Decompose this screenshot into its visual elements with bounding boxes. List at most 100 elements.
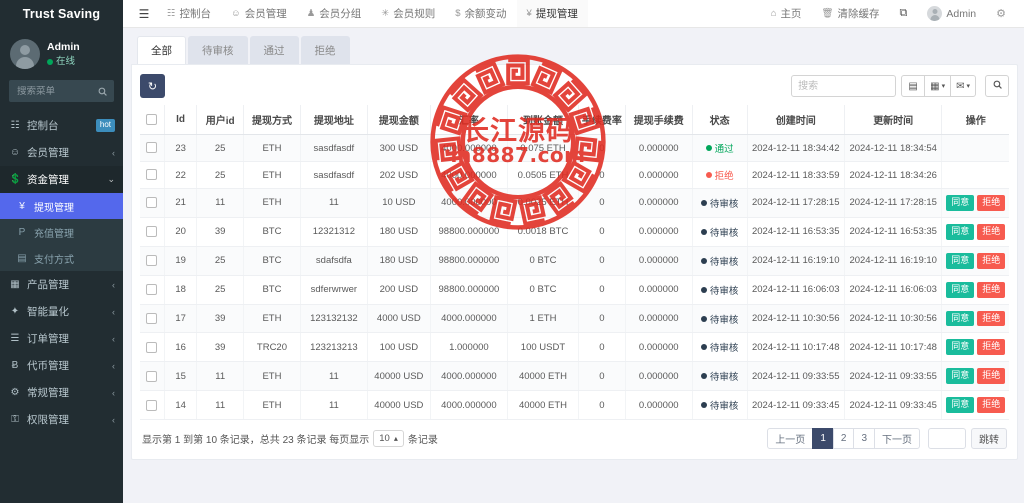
reject-button[interactable]: 拒绝 bbox=[977, 310, 1006, 327]
sidebar-search-box[interactable] bbox=[9, 80, 114, 102]
cell-actions[interactable]: 同意 拒绝 bbox=[941, 361, 1009, 392]
row-checkbox-cell[interactable] bbox=[140, 188, 165, 218]
sidebar-item-tokens[interactable]: Ƀ 代币管理 ‹ bbox=[0, 352, 123, 379]
nav-user-menu[interactable]: Admin bbox=[917, 0, 986, 27]
checkbox-icon[interactable] bbox=[146, 284, 158, 296]
table-row[interactable]: 18 25 BTC sdferwrwer 200 USD 98800.000000 0 BT… bbox=[140, 275, 1009, 305]
search-icon[interactable] bbox=[98, 85, 107, 99]
cell-actions[interactable]: 同意 拒绝 bbox=[941, 275, 1009, 305]
nav-clear-cache-button[interactable]: 🗑 清除缓存 bbox=[811, 0, 889, 27]
page-button-1[interactable]: 1 bbox=[812, 428, 834, 450]
cell-actions[interactable]: 同意 拒绝 bbox=[941, 188, 1009, 218]
next-page-button[interactable]: 下一页 bbox=[874, 428, 920, 450]
checkbox-icon[interactable] bbox=[146, 313, 158, 324]
table-row[interactable]: 23 25 ETH sasdfasdf 300 USD 4000.000000 0.075 … bbox=[140, 134, 1009, 162]
columns-toggle-button[interactable]: ▤ bbox=[901, 75, 926, 97]
row-checkbox-cell[interactable] bbox=[140, 304, 165, 334]
row-checkbox-cell[interactable] bbox=[140, 332, 165, 363]
reject-button[interactable]: 拒绝 bbox=[977, 195, 1006, 211]
sidebar-item-dashboard[interactable]: ☷ 控制台 hot bbox=[0, 112, 123, 139]
tab-rejected[interactable]: 拒绝 bbox=[300, 36, 350, 64]
reject-button[interactable]: 拒绝 bbox=[977, 281, 1006, 298]
approve-button[interactable]: 同意 bbox=[946, 223, 975, 240]
table-search-input[interactable] bbox=[791, 75, 897, 97]
col-updated[interactable]: 更新时间 bbox=[844, 105, 943, 135]
nav-home-button[interactable]: ⌂ 主页 bbox=[761, 0, 812, 27]
tab-pending[interactable]: 待审核 bbox=[188, 36, 248, 64]
col-status[interactable]: 状态 bbox=[692, 105, 748, 135]
cell-actions[interactable]: 同意 拒绝 bbox=[941, 246, 1009, 276]
reject-button[interactable]: 拒绝 bbox=[977, 223, 1006, 240]
table-row[interactable]: 14 11 ETH 11 40000 USD 4000.000000 40000 ETH 0 0… bbox=[140, 390, 1009, 421]
nav-fullscreen-button[interactable]: ⧉ bbox=[890, 0, 918, 27]
reject-button[interactable]: 拒绝 bbox=[977, 368, 1006, 385]
nav-item-members[interactable]: ☺ 会员管理 bbox=[221, 0, 297, 27]
sidebar-item-permissions[interactable]: ⚿ 权限管理 ‹ bbox=[0, 406, 123, 433]
nav-item-dashboard[interactable]: ☷ 控制台 bbox=[157, 0, 221, 27]
checkbox-icon[interactable] bbox=[146, 370, 158, 382]
table-row[interactable]: 21 11 ETH 11 10 USD 4000.000000 0.0025 ETH 0 0.0… bbox=[140, 188, 1009, 218]
checkbox-icon[interactable] bbox=[146, 399, 158, 411]
col-actions[interactable]: 操作 bbox=[941, 105, 1009, 135]
page-jump-button[interactable]: 跳转 bbox=[971, 428, 1007, 450]
advanced-search-button[interactable] bbox=[985, 75, 1009, 97]
sidebar-item-members[interactable]: ☺ 会员管理 ‹ bbox=[0, 139, 123, 166]
sidebar-item-payment-method[interactable]: ▤ 支付方式 bbox=[0, 245, 123, 271]
hamburger-icon[interactable]: ☰ bbox=[131, 0, 157, 27]
table-row[interactable]: 22 25 ETH sasdfasdf 202 USD 4000.000000 0.0505… bbox=[140, 161, 1009, 189]
row-checkbox-cell[interactable] bbox=[140, 217, 165, 247]
nav-settings-button[interactable]: ⚙ bbox=[986, 0, 1016, 27]
reject-button[interactable]: 拒绝 bbox=[977, 252, 1006, 269]
approve-button[interactable]: 同意 bbox=[946, 339, 975, 356]
col-amount[interactable]: 提现金额 bbox=[367, 105, 431, 135]
nav-item-balance-changes[interactable]: $ 余额变动 bbox=[445, 0, 516, 27]
select-all-cell[interactable] bbox=[140, 105, 165, 135]
checkbox-icon[interactable] bbox=[146, 226, 158, 238]
page-button-3[interactable]: 3 bbox=[853, 428, 875, 450]
col-id[interactable]: Id bbox=[164, 105, 198, 135]
refresh-button[interactable]: ↻ bbox=[140, 74, 165, 98]
checkbox-icon[interactable] bbox=[146, 169, 158, 181]
tab-approved[interactable]: 通过 bbox=[249, 36, 299, 64]
cell-actions[interactable]: 同意 拒绝 bbox=[941, 304, 1009, 334]
col-method[interactable]: 提现方式 bbox=[243, 105, 301, 135]
approve-button[interactable]: 同意 bbox=[946, 252, 975, 269]
cell-actions[interactable]: 同意 拒绝 bbox=[941, 390, 1009, 421]
table-view-button[interactable]: ▦ ▾ bbox=[924, 75, 952, 97]
checkbox-icon[interactable] bbox=[146, 113, 158, 125]
row-checkbox-cell[interactable] bbox=[140, 161, 165, 189]
row-checkbox-cell[interactable] bbox=[140, 275, 165, 305]
col-rate[interactable]: 汇率 bbox=[430, 105, 508, 135]
tab-all[interactable]: 全部 bbox=[137, 36, 186, 64]
sidebar-item-withdraw[interactable]: ¥ 提现管理 bbox=[0, 193, 123, 219]
table-row[interactable]: 17 39 ETH 123132132 4000 USD 4000.000000 1 ETH… bbox=[140, 304, 1009, 334]
col-address[interactable]: 提现地址 bbox=[300, 105, 368, 135]
row-checkbox-cell[interactable] bbox=[140, 361, 165, 392]
col-received[interactable]: 到账金额 bbox=[507, 105, 580, 135]
sidebar-item-recharge[interactable]: P 充值管理 bbox=[0, 219, 123, 245]
approve-button[interactable]: 同意 bbox=[946, 195, 975, 211]
page-button-2[interactable]: 2 bbox=[832, 428, 855, 450]
cell-actions[interactable]: 同意 拒绝 bbox=[941, 217, 1009, 247]
nav-item-member-rules[interactable]: ✳ 会员规则 bbox=[371, 0, 445, 27]
sidebar-item-quant[interactable]: ✦ 智能量化 ‹ bbox=[0, 298, 123, 325]
col-created[interactable]: 创建时间 bbox=[747, 105, 845, 135]
col-fee-rate[interactable]: 手续费率 bbox=[578, 105, 626, 135]
nav-item-withdraw[interactable]: ¥ 提现管理 bbox=[516, 0, 588, 27]
row-checkbox-cell[interactable] bbox=[140, 134, 165, 162]
page-size-select[interactable]: 10 ▴ bbox=[373, 430, 404, 448]
export-button[interactable]: ✉ ▾ bbox=[950, 75, 976, 97]
approve-button[interactable]: 同意 bbox=[946, 281, 975, 298]
checkbox-icon[interactable] bbox=[146, 255, 158, 267]
table-row[interactable]: 16 39 TRC20 123213213 100 USD 1.000000 100 USD… bbox=[140, 332, 1009, 363]
checkbox-icon[interactable] bbox=[146, 197, 158, 209]
reject-button[interactable]: 拒绝 bbox=[977, 397, 1006, 414]
approve-button[interactable]: 同意 bbox=[946, 368, 975, 385]
approve-button[interactable]: 同意 bbox=[946, 397, 975, 414]
reject-button[interactable]: 拒绝 bbox=[977, 339, 1006, 356]
col-user-id[interactable]: 用户id bbox=[196, 105, 245, 135]
col-fee[interactable]: 提现手续费 bbox=[625, 105, 693, 135]
row-checkbox-cell[interactable] bbox=[140, 246, 165, 276]
table-row[interactable]: 15 11 ETH 11 40000 USD 4000.000000 40000 ETH 0 0… bbox=[140, 361, 1009, 392]
prev-page-button[interactable]: 上一页 bbox=[767, 428, 814, 450]
